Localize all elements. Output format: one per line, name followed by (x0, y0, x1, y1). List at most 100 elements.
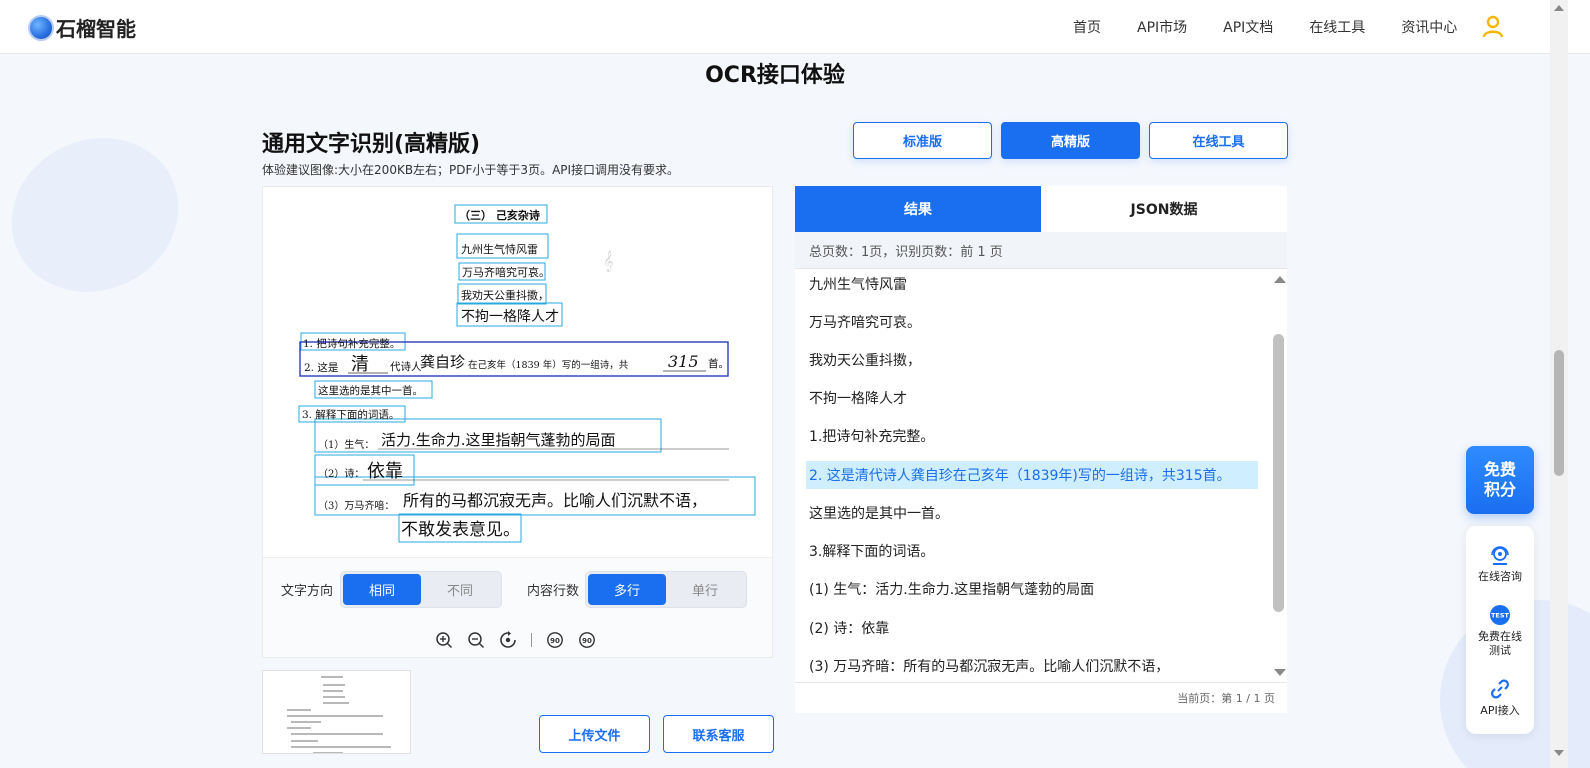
doc-q2-prefix: 2. 这是 (304, 361, 339, 374)
nav-home[interactable]: 首页 (1073, 17, 1101, 37)
page-scrollbar-thumb[interactable] (1554, 350, 1564, 476)
scrollbar-thumb[interactable] (1273, 334, 1284, 612)
result-line[interactable]: 九州生气恃风雷 (806, 270, 1258, 298)
faint-mark: 𝄞 (603, 251, 614, 272)
high-precision-version-button[interactable]: 高精版 (1001, 122, 1140, 159)
background-blob (0, 111, 204, 319)
svg-text:TEST: TEST (1491, 612, 1510, 620)
brand-name: 石榴智能 (56, 17, 136, 41)
logo[interactable]: 石榴智能 (28, 13, 136, 42)
logo-icon (28, 14, 54, 41)
rows-multi-option[interactable]: 多行 (588, 574, 666, 605)
nav-online-tools[interactable]: 在线工具 (1309, 17, 1365, 37)
rotate-right-90-icon[interactable]: 90 (578, 631, 596, 649)
doc-answer: 依靠 (367, 461, 403, 482)
zoom-out-icon[interactable] (467, 631, 485, 649)
standard-version-button[interactable]: 标准版 (853, 122, 992, 159)
direction-same-option[interactable]: 相同 (343, 574, 421, 605)
online-tools-button[interactable]: 在线工具 (1149, 122, 1288, 159)
doc-answer: 所有的马都沉寂无声。比喻人们沉默不语， (403, 491, 707, 510)
page-scrollbar[interactable] (1550, 0, 1568, 768)
rotate-icon[interactable] (499, 631, 517, 649)
result-line[interactable]: 我劝天公重抖擞， (806, 346, 1258, 374)
result-line[interactable]: 1.把诗句补充完整。 (806, 422, 1258, 450)
free-online-test-button[interactable]: TEST 免费在线测试 (1466, 604, 1534, 658)
page-thumbnail[interactable] (262, 670, 411, 754)
result-line[interactable]: 这里选的是其中一首。 (806, 499, 1258, 527)
rows-single-option[interactable]: 单行 (666, 574, 744, 605)
scroll-up-arrow-icon[interactable] (1274, 276, 1286, 283)
nav-api-docs[interactable]: API文档 (1223, 17, 1273, 37)
direction-label: 文字方向 (281, 584, 334, 599)
document-image: 𝄞 （三） 己亥杂诗 九州生气恃风雷 万马齐喑究可哀。 我劝天公重抖擞， 不拘一… (263, 187, 772, 557)
free-online-test-label: 免费在线测试 (1478, 630, 1522, 657)
tab-json-data[interactable]: JSON数据 (1041, 186, 1287, 232)
result-line[interactable]: (2) 诗：依靠 (806, 614, 1258, 642)
doc-q2-answer: 315 (668, 352, 699, 371)
nav-news[interactable]: 资讯中心 (1401, 17, 1457, 37)
doc-q2-mid: 代诗人 (390, 360, 422, 373)
doc-poem-line: 九州生气恃风雷 (461, 242, 538, 256)
doc-poem-line: 万马齐喑究可哀。 (462, 265, 550, 279)
result-line[interactable]: 3.解释下面的词语。 (806, 537, 1258, 565)
customer-service-icon (1491, 546, 1509, 565)
scroll-down-arrow-icon[interactable] (1274, 669, 1286, 676)
page-indicator: 当前页：第 1 / 1 页 (795, 682, 1287, 713)
api-access-label: API接入 (1480, 704, 1520, 717)
tab-result[interactable]: 结果 (795, 186, 1041, 232)
result-lines: 九州生气恃风雷 万马齐喑究可哀。 我劝天公重抖擞， 不拘一格降人才 1.把诗句补… (795, 270, 1271, 682)
result-line-selected[interactable]: 2. 这是清代诗人龚自珍在己亥年（1839年)写的一组诗，共315首。 (806, 461, 1258, 489)
page-scroll-up-icon[interactable] (1554, 5, 1564, 11)
direction-different-option[interactable]: 不同 (421, 574, 499, 605)
page-title: OCR接口体验 (705, 63, 845, 88)
online-consult-label: 在线咨询 (1478, 570, 1522, 583)
doc-heading: （三） 己亥杂诗 (459, 208, 540, 222)
top-navbar: 石榴智能 首页 API市场 API文档 在线工具 资讯中心 (0, 0, 1590, 54)
page-summary: 总页数：1页，识别页数：前 1 页 (795, 232, 1287, 269)
doc-answer: 活力.生命力.这里指朝气蓬勃的局面 (381, 431, 616, 449)
result-line[interactable]: (3) 万马齐暗：所有的马都沉寂无声。比喻人们沉默不语， (806, 652, 1258, 680)
upload-hint: 体验建议图像:大小在200KB左右；PDF小于等于3页。API接口调用没有要求。 (262, 163, 680, 177)
api-access-button[interactable]: API接入 (1466, 678, 1534, 718)
doc-poem-line: 不拘一格降人才 (461, 309, 559, 325)
main-nav: 首页 API市场 API文档 在线工具 资讯中心 (1073, 17, 1493, 37)
results-scrollbar[interactable] (1271, 270, 1287, 682)
contact-support-button[interactable]: 联系客服 (663, 715, 774, 753)
side-service-panel: 在线咨询 TEST 免费在线测试 API接入 (1466, 526, 1534, 734)
result-line[interactable]: 万马齐喑究可哀。 (806, 308, 1258, 336)
doc-answer-label: （2）诗： (318, 467, 364, 480)
test-badge-icon: TEST (1490, 605, 1510, 625)
page-scroll-down-icon[interactable] (1554, 750, 1564, 756)
direction-toggle: 相同 不同 (340, 571, 502, 608)
user-icon[interactable] (1481, 14, 1505, 38)
doc-q2-answer: 清 (351, 354, 369, 375)
doc-poem-line: 我劝天公重抖擞， (461, 288, 549, 302)
result-line[interactable]: (1) 生气：活力.生命力.这里指朝气蓬勃的局面 (806, 575, 1258, 603)
result-line[interactable]: 不拘一格降人才 (806, 384, 1258, 412)
svg-text:90: 90 (582, 637, 592, 645)
doc-answer: 不敢发表意见。 (401, 520, 520, 540)
doc-question: 1. 把诗句补充完整。 (303, 337, 400, 350)
doc-q2-suffix: 首。 (708, 357, 729, 370)
section-title: 通用文字识别(高精版) (262, 132, 481, 157)
link-icon (1491, 679, 1509, 699)
results-panel: 结果 JSON数据 总页数：1页，识别页数：前 1 页 九州生气恃风雷 万马齐喑… (795, 186, 1287, 713)
doc-answer-label: （1）生气： (318, 438, 374, 451)
upload-file-button[interactable]: 上传文件 (539, 715, 650, 753)
image-toolbar: 90 90 (435, 631, 610, 649)
doc-question: 3. 解释下面的词语。 (302, 408, 399, 421)
rotate-left-90-icon[interactable]: 90 (546, 631, 564, 649)
doc-q2-text: 在己亥年（1839 年）写的一组诗，共 (468, 359, 629, 371)
toolbar-separator (531, 633, 532, 647)
image-preview-panel: 𝄞 （三） 己亥杂诗 九州生气恃风雷 万马齐喑究可哀。 我劝天公重抖擞， 不拘一… (262, 186, 773, 658)
online-consult-button[interactable]: 在线咨询 (1466, 544, 1534, 584)
doc-question: 这里选的是其中一首。 (318, 384, 423, 397)
zoom-in-icon[interactable] (435, 631, 453, 649)
rows-toggle: 多行 单行 (585, 571, 747, 608)
svg-text:90: 90 (550, 637, 560, 645)
doc-q2-answer: 龚自珍 (420, 353, 465, 371)
rows-label: 内容行数 (527, 584, 580, 599)
free-points-button[interactable]: 免费 积分 (1466, 446, 1534, 514)
nav-api-market[interactable]: API市场 (1137, 17, 1187, 37)
results-tabs: 结果 JSON数据 (795, 186, 1287, 232)
